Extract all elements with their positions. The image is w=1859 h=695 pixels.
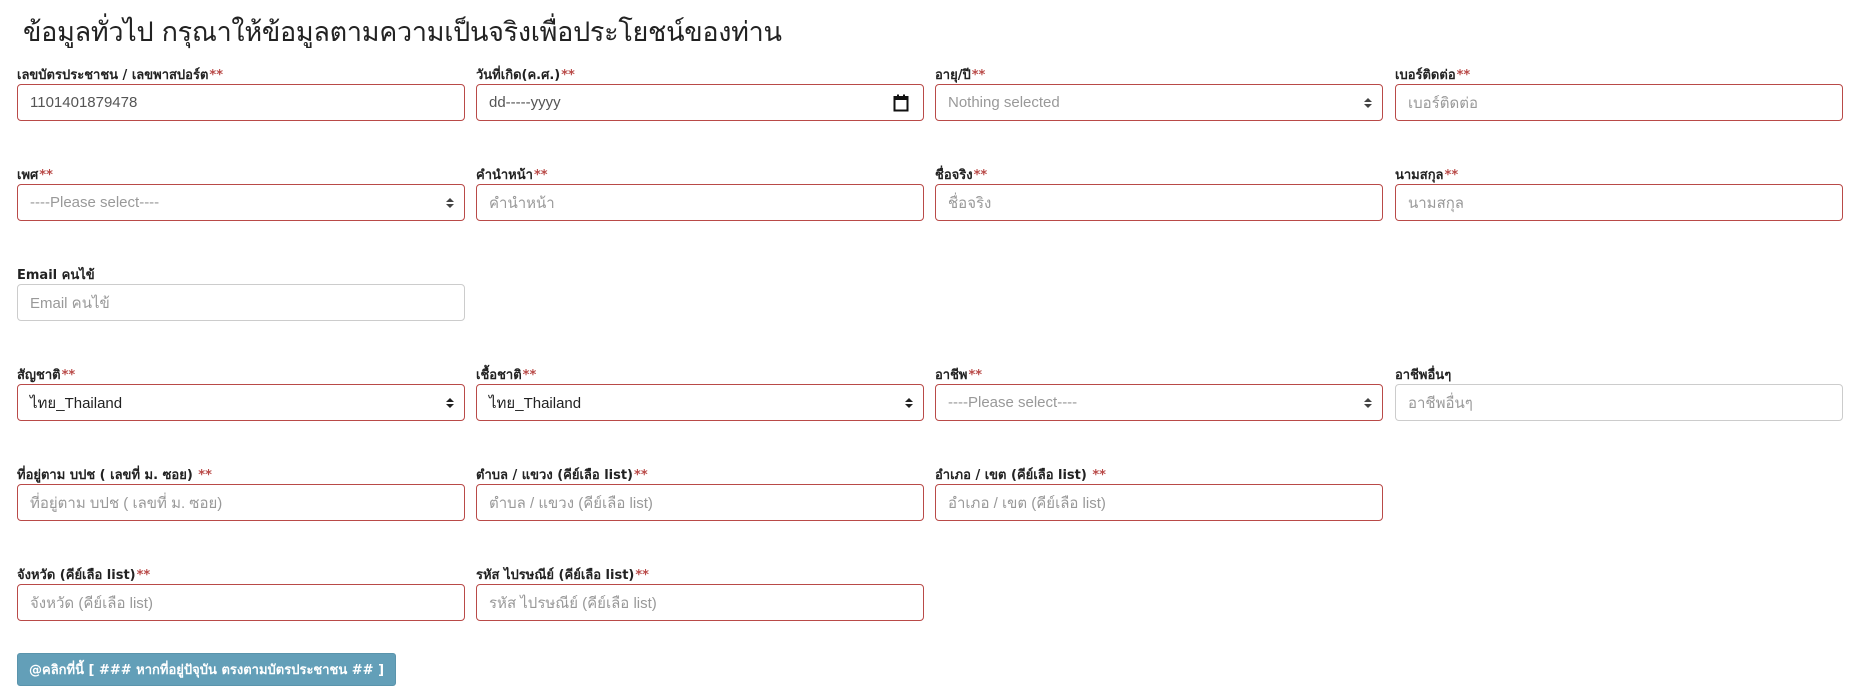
- select-arrows-icon: [446, 197, 454, 208]
- email-label: Email คนไข้: [17, 268, 95, 283]
- race-label: เชื้อชาติ**: [476, 368, 537, 383]
- address-input[interactable]: ที่อยู่ตาม บปช ( เลขที่ ม. ซอย): [17, 484, 465, 521]
- copy-address-button[interactable]: @คลิกที่นี้ [ ### หากที่อยู่ปัจุบัน ตรงต…: [17, 653, 397, 686]
- address-label: ที่อยู่ตาม บปช ( เลขที่ ม. ซอย) **: [17, 468, 212, 483]
- postcode-label: รหัส ไปรษณีย์ (คีย์เลือ list)**: [476, 568, 649, 583]
- occupation-select[interactable]: ----Please select----: [935, 384, 1383, 421]
- subdistrict-label: ตำบล / แขวง (คีย์เลือ list)**: [476, 468, 648, 483]
- select-arrows-icon: [905, 397, 913, 408]
- gender-label: เพศ**: [17, 168, 53, 183]
- postcode-input[interactable]: รหัส ไปรษณีย์ (คีย์เลือ list): [476, 584, 924, 621]
- other-occupation-input[interactable]: อาชีพอื่นๆ: [1395, 384, 1843, 421]
- first-name-label: ชื่อจริง**: [935, 168, 988, 183]
- phone-label: เบอร์ติดต่อ**: [1395, 68, 1471, 83]
- last-name-label: นามสกุล**: [1395, 168, 1459, 183]
- prefix-label: คำนำหน้า**: [476, 168, 548, 183]
- district-label: อำเภอ / เขต (คีย์เลือ list) **: [935, 468, 1106, 483]
- gender-select[interactable]: ----Please select----: [17, 184, 465, 221]
- birthdate-input[interactable]: dd-----yyyy: [476, 84, 924, 121]
- first-name-input[interactable]: ชื่อจริง: [935, 184, 1383, 221]
- other-occupation-label: อาชีพอื่นๆ: [1395, 368, 1452, 383]
- race-select[interactable]: ไทย_Thailand: [476, 384, 924, 421]
- district-input[interactable]: อำเภอ / เขต (คีย์เลือ list): [935, 484, 1383, 521]
- page-title: ข้อมูลทั่วไป กรุณาให้ข้อมูลตามความเป็นจร…: [23, 17, 782, 48]
- nationality-label: สัญชาติ**: [17, 368, 76, 383]
- id-card-input[interactable]: 1101401879478: [17, 84, 465, 121]
- phone-input[interactable]: เบอร์ติดต่อ: [1395, 84, 1843, 121]
- select-arrows-icon: [446, 397, 454, 408]
- id-card-label: เลขบัตรประชาชน / เลขพาสปอร์ต**: [17, 68, 224, 83]
- age-select[interactable]: Nothing selected: [935, 84, 1383, 121]
- occupation-label: อาชีพ**: [935, 368, 983, 383]
- last-name-input[interactable]: นามสกุล: [1395, 184, 1843, 221]
- province-input[interactable]: จังหวัด (คีย์เลือ list): [17, 584, 465, 621]
- select-arrows-icon: [1364, 97, 1372, 108]
- province-label: จังหวัด (คีย์เลือ list)**: [17, 568, 151, 583]
- calendar-icon[interactable]: [893, 94, 909, 112]
- select-arrows-icon: [1364, 397, 1372, 408]
- subdistrict-input[interactable]: ตำบล / แขวง (คีย์เลือ list): [476, 484, 924, 521]
- email-input[interactable]: Email คนไข้: [17, 284, 465, 321]
- age-label: อายุ/ปี**: [935, 68, 986, 83]
- nationality-select[interactable]: ไทย_Thailand: [17, 384, 465, 421]
- birthdate-label: วันที่เกิด(ค.ศ.)**: [476, 68, 575, 83]
- prefix-input[interactable]: คำนำหน้า: [476, 184, 924, 221]
